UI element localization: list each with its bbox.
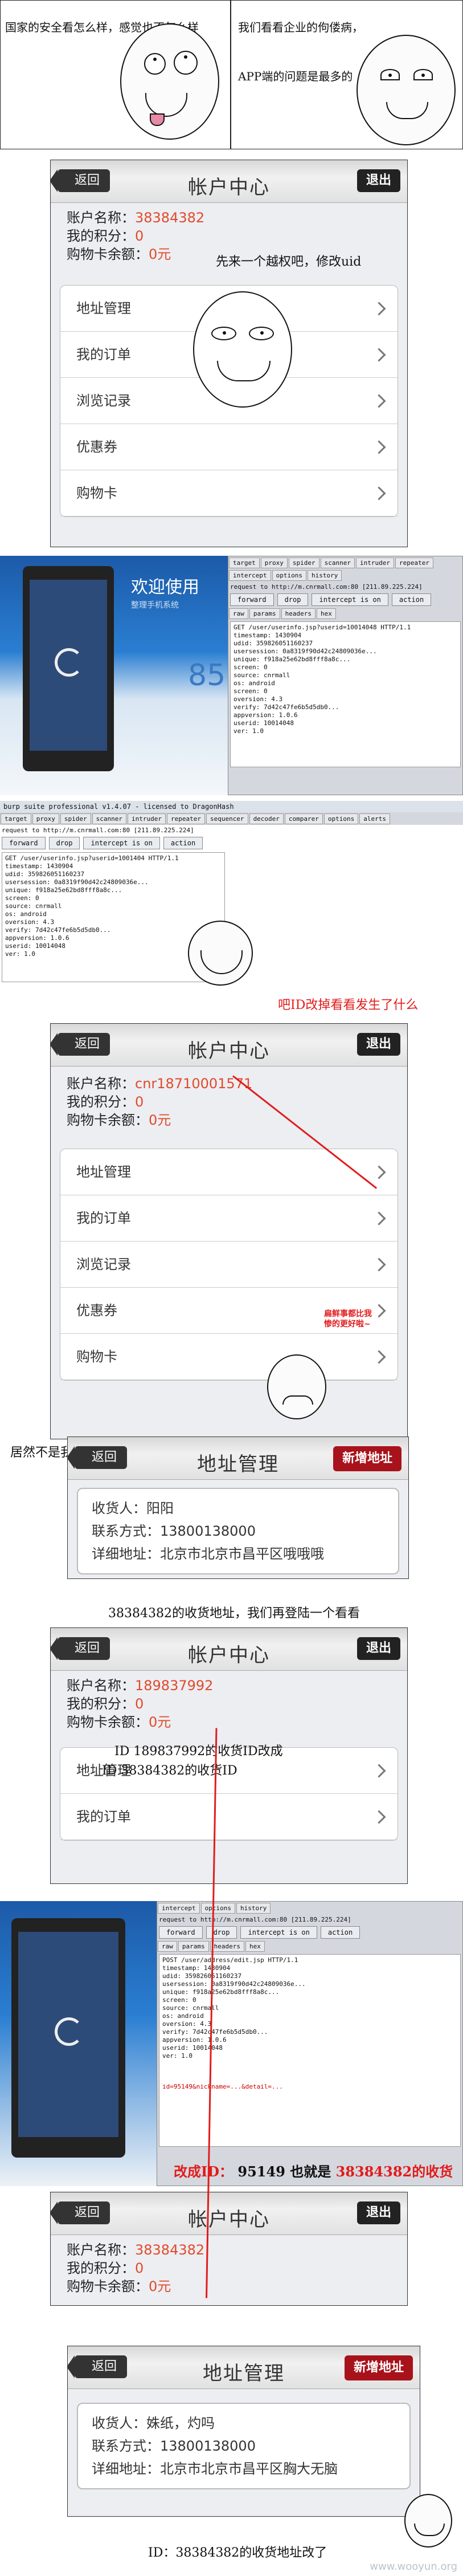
annotation-text: 先来一个越权吧，修改uid — [216, 255, 362, 269]
balance-label: 购物卡余额： — [67, 246, 149, 262]
menu-item-address[interactable]: 地址管理 — [60, 1748, 398, 1794]
note-address-1: 38384382的收货地址，我们再登陆一个看看 — [108, 1606, 360, 1621]
sad-face-icon — [267, 1354, 326, 1419]
forward-button[interactable]: forward — [230, 593, 274, 606]
account-center-screen-2: 返回 帐户中心 退出 账户名称：cnr18710001571 我的积分：0 购物… — [50, 1023, 408, 1439]
tab-target[interactable]: target — [229, 557, 260, 568]
annotation-id: 95149 — [237, 2163, 285, 2180]
comic-right-text: 我们看看企业的佝偻病，APP端的问题是最多的 — [238, 21, 363, 83]
loading-icon — [55, 2017, 83, 2046]
tab-raw[interactable]: raw — [229, 608, 248, 619]
menu-item-address[interactable]: 地址管理 — [60, 1149, 398, 1195]
add-address-button[interactable]: 新增地址 — [344, 2355, 413, 2380]
request-line-3: POST /user/address/edit.jsp HTTP/1.1 — [162, 1956, 298, 1964]
laughing-face-icon — [188, 921, 253, 986]
phone: 联系方式：13800138000 — [92, 2438, 256, 2454]
burp-window-1: target proxy spider scanner intruder repeater… — [228, 556, 463, 795]
loading-icon — [55, 648, 83, 677]
request-body-3[interactable]: POST /user/address/edit.jsp HTTP/1.1 time… — [159, 1954, 461, 2147]
phone-screenshot-2 — [0, 1901, 157, 2186]
menu-item-orders[interactable]: 我的订单 — [60, 1195, 398, 1242]
points-label: 我的积分： — [67, 228, 135, 244]
account-value: 189837992 — [135, 1678, 214, 1694]
tab-intercept[interactable]: intercept — [229, 570, 271, 581]
account-value: 38384382 — [135, 210, 205, 226]
exit-button[interactable]: 退出 — [357, 169, 400, 192]
note-address-2: ID：38384382的收货地址改了 — [148, 2546, 327, 2560]
intercept-toggle[interactable]: intercept is on — [312, 593, 388, 606]
tab-intruder[interactable]: intruder — [355, 557, 394, 568]
drop-button[interactable]: drop — [277, 593, 309, 606]
exit-button[interactable]: 退出 — [357, 1033, 400, 1056]
phone-sub: 整理手机系统 — [131, 601, 179, 610]
phone-banner: 欢迎使用 — [131, 577, 199, 597]
menu-item-coupons[interactable]: 优惠券 — [60, 424, 398, 470]
request-to: request to http://m.cnrmall.com:80 [211.… — [230, 583, 423, 591]
receiver: 收货人：姝纸，灼吗 — [92, 2415, 215, 2431]
points-value: 0 — [135, 228, 144, 244]
exit-button[interactable]: 退出 — [357, 2201, 400, 2224]
menu-item-history[interactable]: 浏览记录 — [60, 1242, 398, 1288]
tab-options[interactable]: options — [272, 570, 306, 581]
burp-window-2: burp suite professional v1.4.07 - licens… — [0, 801, 463, 1018]
menu-item-orders[interactable]: 我的订单 — [60, 1794, 398, 1840]
address-card[interactable]: 收货人：阳阳 联系方式：13800138000 详细地址：北京市北京市昌平区哦哦… — [77, 1488, 399, 1574]
troll-face-icon-2 — [404, 2494, 452, 2547]
burp-tabs: target proxy spider scanner intruder repeater — [228, 556, 462, 569]
burp-title: burp suite professional v1.4.07 - licens… — [0, 801, 463, 812]
tab-history[interactable]: history — [307, 570, 342, 581]
account-center-screen: 返回 帐户中心 退出 账户名称：38384382 我的积分：0 购物卡余额：0元… — [50, 160, 408, 547]
phone-device — [23, 566, 114, 771]
menu-item-giftcard[interactable]: 购物卡 — [60, 470, 398, 516]
request-line: GET /user/userinfo.jsp?userid=10014048 H… — [233, 624, 411, 631]
account-center-screen-3: 返回 帐户中心 退出 账户名称：189837992 我的积分：0 购物卡余额：0… — [50, 1627, 408, 1884]
watermark: www.wooyun.org — [370, 2561, 457, 2573]
address-screen-2: 返回 地址管理 新增地址 收货人：姝纸，灼吗 联系方式：13800138000 … — [67, 2346, 420, 2517]
phone-screenshot: 欢迎使用 整理手机系统 85 — [0, 556, 228, 795]
rage-face-icon — [120, 23, 219, 140]
menu-item-giftcard[interactable]: 购物卡 — [60, 1334, 398, 1380]
annotation-change-id: 吧ID改掉看看发生了什么 — [278, 998, 419, 1012]
page-title: 帐户中心 — [188, 176, 270, 199]
troll-face-icon — [193, 291, 292, 408]
request-body[interactable]: GET /user/userinfo.jsp?userid=10014048 H… — [230, 621, 461, 767]
comic-panel-left: 国家的安全看怎么样，感觉也不怎么样 — [0, 0, 231, 149]
action-button[interactable]: action — [391, 593, 432, 606]
comic-panel-right: 我们看看企业的佝偻病，APP端的问题是最多的 — [231, 0, 463, 149]
burp-window-3: intercept options history request to http:… — [157, 1901, 463, 2186]
tab-params[interactable]: params — [249, 608, 280, 619]
address-card[interactable]: 收货人：姝纸，灼吗 联系方式：13800138000 详细地址：北京市北京市昌平… — [77, 2403, 411, 2489]
tab-hex[interactable]: hex — [316, 608, 336, 619]
tab-headers[interactable]: headers — [281, 608, 316, 619]
phone: 联系方式：13800138000 — [92, 1523, 256, 1539]
tab-repeater[interactable]: repeater — [395, 557, 433, 568]
request-post-body: id=95149&nickname=...&detail=... — [162, 2083, 283, 2090]
annotation-user: 38384382的收货 — [335, 2163, 453, 2180]
balance-value: 0元 — [149, 246, 171, 262]
smug-face-icon — [357, 35, 456, 145]
request-line-2: GET /user/userinfo.jsp?userid=1001404 HT… — [5, 854, 179, 862]
tab-scanner[interactable]: scanner — [320, 557, 355, 568]
add-address-button[interactable]: 新增地址 — [333, 1446, 401, 1471]
address: 详细地址：北京市北京市昌平区胸大无脑 — [92, 2461, 338, 2477]
tab-spider[interactable]: spider — [288, 557, 319, 568]
page-title: 帐户中心 — [188, 2208, 270, 2231]
tab-proxy[interactable]: proxy — [260, 557, 288, 568]
page-title: 帐户中心 — [188, 1644, 270, 1667]
app-header: 返回 帐户中心 退出 — [51, 160, 407, 203]
account-value: 38384382 — [135, 2242, 205, 2258]
exit-button[interactable]: 退出 — [357, 1637, 400, 1660]
sad-bubble: 扁鲜事都比我惨的更好啦~ — [324, 1309, 372, 1329]
account-center-screen-4: 返回 帐户中心 退出 账户名称：38384382 我的积分：0 购物卡余额：0元 — [50, 2192, 408, 2306]
receiver: 收货人：阳阳 — [92, 1500, 174, 1516]
account-label: 账户名称： — [67, 210, 135, 226]
address: 详细地址：北京市北京市昌平区哦哦哦 — [92, 1546, 324, 1562]
annotation-change-id-2: 改成ID： 95149 也就是 38384382的收货 — [174, 2163, 453, 2180]
address-screen: 返回 地址管理 新增地址 收货人：阳阳 联系方式：13800138000 详细地… — [67, 1436, 409, 1579]
page-title: 帐户中心 — [188, 1040, 270, 1063]
phone-gauge: 85 — [188, 658, 226, 693]
